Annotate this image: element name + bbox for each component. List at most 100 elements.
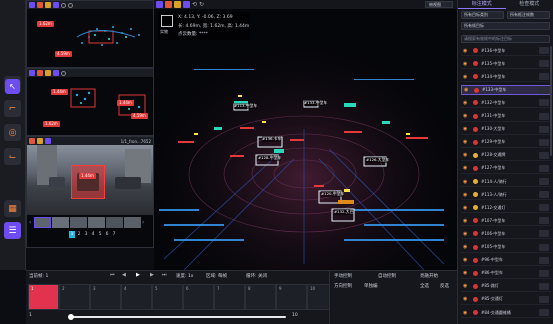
list-view-icon[interactable]: ☰ xyxy=(4,222,21,239)
thumbnail[interactable] xyxy=(70,217,87,228)
crop-tool-icon[interactable]: ⌙ xyxy=(4,148,21,165)
frame-filter[interactable]: 所有框注帧数 xyxy=(507,11,550,19)
frame-cell[interactable]: 3 xyxy=(90,284,121,310)
visibility-eye-icon[interactable]: ◉ xyxy=(463,310,469,316)
view-mode-button[interactable] xyxy=(29,70,35,76)
target-tool-icon[interactable]: ◎ xyxy=(4,124,21,141)
skip-back-icon[interactable]: ⏮ xyxy=(110,272,115,278)
prev-thumb-icon[interactable]: ‹ xyxy=(29,217,33,228)
visibility-eye-icon[interactable]: ◉ xyxy=(463,192,469,198)
visibility-eye-icon[interactable]: ◉ xyxy=(463,152,469,158)
object-item[interactable]: ◉ #134-中型车 xyxy=(461,72,551,83)
view-select[interactable]: 俯视图 xyxy=(425,1,453,8)
timeline-slider[interactable] xyxy=(70,316,286,318)
object-item[interactable]: ◉ #129-中型车 xyxy=(461,138,551,148)
object-item[interactable]: ◉ #127-中型车 xyxy=(461,164,551,174)
opt-manual[interactable]: 手动控制 xyxy=(334,273,352,279)
object-item[interactable]: ◉ #85-交通灯 xyxy=(461,295,551,305)
tab-check[interactable]: 检查模式 xyxy=(506,0,553,9)
visibility-eye-icon[interactable]: ◉ xyxy=(463,257,469,263)
opt-view[interactable]: 方向控制 xyxy=(334,283,352,289)
page-7[interactable]: 7 xyxy=(111,231,117,238)
play-icon[interactable]: ▶ xyxy=(136,272,140,278)
measure-button[interactable] xyxy=(53,2,59,8)
object-item[interactable]: ◉ #113-人/骑行 xyxy=(461,190,551,201)
color-mode-button[interactable] xyxy=(165,1,172,8)
next-icon[interactable]: ▶ xyxy=(150,272,154,278)
object-item[interactable]: ◉ #96-中型车 xyxy=(461,256,551,266)
camera-mode-button[interactable] xyxy=(29,138,35,144)
refresh-icon[interactable]: ↻ xyxy=(199,1,204,8)
search-input[interactable]: 请搜索有效帧中的标注目标 xyxy=(461,35,550,43)
frame-cell[interactable]: 9 xyxy=(276,284,307,310)
visibility-eye-icon[interactable]: ◉ xyxy=(463,100,469,106)
object-item[interactable]: ◉ #112-交通灯 xyxy=(461,203,551,214)
page-5[interactable]: 5 xyxy=(97,231,103,238)
object-item[interactable]: ◉ #130-大型车 xyxy=(461,125,551,135)
skip-forward-icon[interactable]: ⏭ xyxy=(162,272,167,278)
visibility-eye-icon[interactable]: ◉ xyxy=(463,205,469,211)
next-thumb-icon[interactable]: › xyxy=(142,217,146,228)
visibility-eye-icon[interactable]: ◉ xyxy=(463,218,469,224)
target-filter[interactable]: 所有帧目标 xyxy=(461,22,550,30)
corner-tool-icon[interactable]: ⌐ xyxy=(4,100,21,117)
object-item[interactable]: ◉ #132-中型车 xyxy=(461,98,551,109)
rotate-icon[interactable] xyxy=(61,2,66,8)
object-item[interactable]: ◉ #133-中型车 xyxy=(461,85,551,96)
visibility-eye-icon[interactable]: ◉ xyxy=(463,139,469,145)
frame-cell[interactable]: 6 xyxy=(183,284,214,310)
opt-invert[interactable]: 反选 xyxy=(440,283,449,289)
visibility-eye-icon[interactable]: ◉ xyxy=(463,231,469,237)
ground-button[interactable] xyxy=(183,1,190,8)
visibility-eye-icon[interactable]: ◉ xyxy=(463,179,469,185)
visibility-eye-icon[interactable]: ◉ xyxy=(464,87,470,93)
object-label[interactable]: #113-中型车 xyxy=(234,103,258,109)
list-scrollbar[interactable] xyxy=(550,46,552,156)
visibility-eye-icon[interactable]: ◉ xyxy=(463,113,469,119)
object-item[interactable]: ◉ #85-路灯 xyxy=(461,282,551,292)
loop-select[interactable]: 循环: 关闭 xyxy=(246,273,267,279)
opt-select-all[interactable]: 全选 xyxy=(420,283,429,289)
visibility-eye-icon[interactable]: ◉ xyxy=(463,296,469,302)
tab-annotate[interactable]: 标注模式 xyxy=(458,0,506,9)
frame-cell[interactable]: 8 xyxy=(245,284,276,310)
frame-cell[interactable]: 1 xyxy=(28,284,59,310)
page-3[interactable]: 3 xyxy=(83,231,89,238)
object-label[interactable]: #132-大巴 xyxy=(334,209,354,215)
object-label[interactable]: #120-中型车 xyxy=(321,191,345,197)
view-mode-button[interactable] xyxy=(29,2,35,8)
slider-handle[interactable] xyxy=(68,314,74,320)
thumbnail[interactable] xyxy=(106,217,123,228)
rotate-icon[interactable]: ⟲ xyxy=(192,1,197,8)
thumbnail[interactable] xyxy=(124,217,141,228)
object-label[interactable]: #133-中型车 xyxy=(304,100,328,106)
visibility-eye-icon[interactable]: ◉ xyxy=(463,270,469,276)
frame-cell[interactable]: 7 xyxy=(214,284,245,310)
main-3d-view[interactable]: ⟲ ↻ 俯视图 实物 X: 4.13, Y: -0.06, Z: 3.69 长:… xyxy=(154,0,457,270)
interval-select[interactable]: 区域: 每帧 xyxy=(206,273,227,279)
pointcloud-mode-button[interactable] xyxy=(156,1,163,8)
intensity-button[interactable] xyxy=(45,2,51,8)
object-item[interactable]: ◉ #107-中型车 xyxy=(461,216,551,227)
object-item[interactable]: ◉ #106-中型车 xyxy=(461,229,551,240)
visibility-eye-icon[interactable]: ◉ xyxy=(463,283,469,289)
measure-button[interactable] xyxy=(53,70,59,76)
speed-select[interactable]: 速度: 1x xyxy=(176,273,193,279)
opt-fusion[interactable]: 亮融开始 xyxy=(420,273,438,279)
projection-button[interactable] xyxy=(37,138,43,144)
visibility-eye-icon[interactable]: ◉ xyxy=(463,126,469,132)
thumbnail[interactable] xyxy=(52,217,69,228)
prev-icon[interactable]: ◀ xyxy=(122,272,126,278)
opt-edit[interactable]: 单独编 xyxy=(364,283,378,289)
page-6[interactable]: 6 xyxy=(104,231,110,238)
object-item[interactable]: ◉ #136-中型车 xyxy=(461,46,551,56)
object-item[interactable]: ◉ #128-交通牌 xyxy=(461,151,551,161)
grid-view-icon[interactable]: ▦ xyxy=(4,200,21,217)
select-tool-active-icon[interactable]: ↖ xyxy=(5,79,20,94)
visibility-eye-icon[interactable]: ◉ xyxy=(463,61,469,67)
visibility-eye-icon[interactable]: ◉ xyxy=(463,74,469,80)
opt-auto[interactable]: 自动控制 xyxy=(378,273,396,279)
rotate-icon[interactable] xyxy=(61,70,66,76)
visibility-eye-icon[interactable]: ◉ xyxy=(463,244,469,250)
frame-cell[interactable]: 2 xyxy=(59,284,90,310)
